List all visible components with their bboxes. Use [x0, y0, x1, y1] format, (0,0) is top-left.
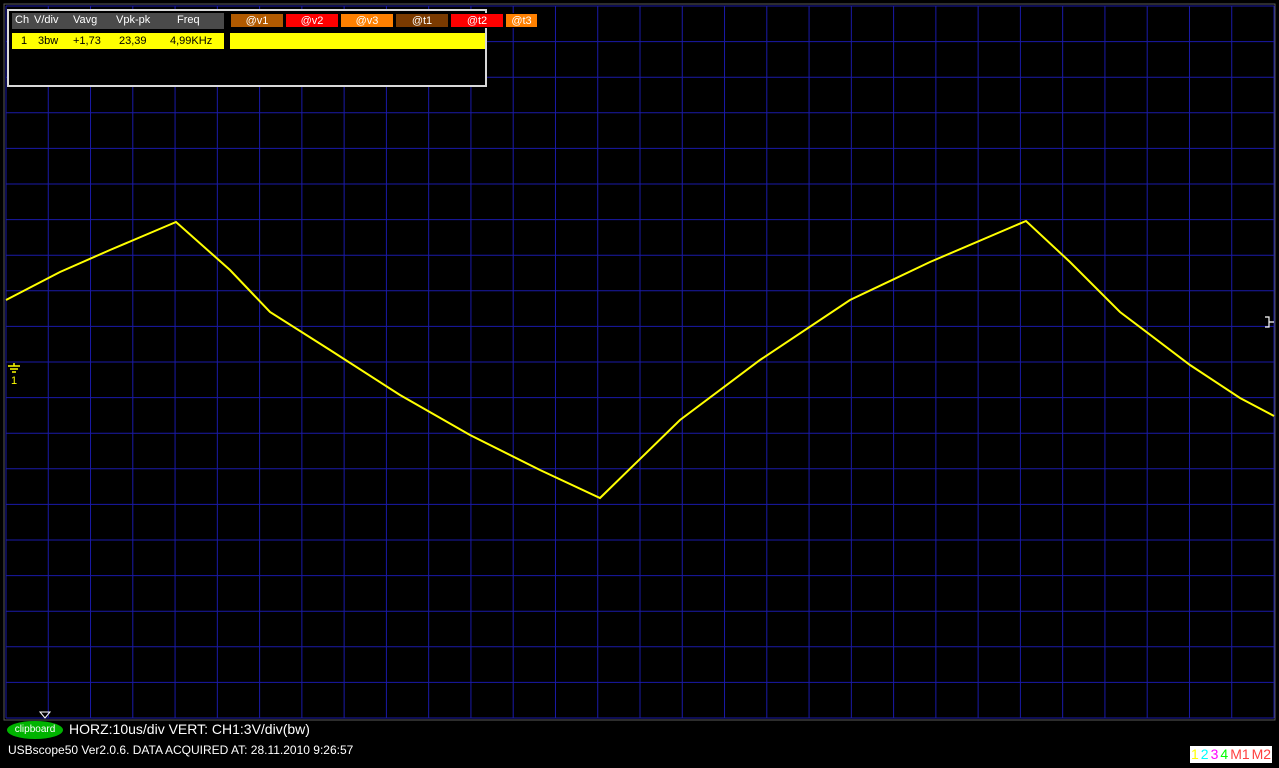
header-freq: Freq: [177, 14, 200, 26]
row-vpkpk: 23,39: [119, 35, 147, 47]
marker-button-v3[interactable]: @v3: [340, 13, 394, 28]
grid-lines: [5, 5, 1275, 719]
marker-button-t3[interactable]: @t3: [505, 13, 538, 28]
row-vavg: +1,73: [73, 35, 101, 47]
marker-button-t1[interactable]: @t1: [395, 13, 449, 28]
channel-button-3[interactable]: 3: [1209, 746, 1220, 763]
ground-level-icon[interactable]: 1: [6, 362, 22, 386]
channel-button-m2[interactable]: M2: [1250, 746, 1273, 763]
channel-button-4[interactable]: 4: [1219, 746, 1230, 763]
trigger-position-icon[interactable]: [39, 711, 51, 719]
scope-grid: [3, 3, 1276, 721]
marker-button-v1[interactable]: @v1: [230, 13, 284, 28]
clipboard-button[interactable]: clipboard: [7, 721, 63, 739]
scope-display[interactable]: [0, 0, 1279, 768]
header-vavg: Vavg: [73, 14, 98, 26]
header-vdiv: V/div: [34, 14, 59, 26]
channel-button-1[interactable]: 1: [1190, 746, 1200, 763]
panel-divider: [226, 13, 228, 49]
version-info: USBscope50 Ver2.0.6. DATA ACQUIRED AT: 2…: [8, 743, 354, 757]
trigger-level-icon[interactable]: [1263, 316, 1275, 328]
marker-button-v2[interactable]: @v2: [285, 13, 339, 28]
svg-text:1: 1: [11, 375, 17, 386]
channel-button-2[interactable]: 2: [1199, 746, 1210, 763]
channel-button-m1[interactable]: M1: [1229, 746, 1251, 763]
header-ch: Ch: [15, 14, 30, 26]
header-vpkpk: Vpk-pk: [116, 14, 151, 26]
timebase-status: HORZ:10us/div VERT: CH1:3V/div(bw): [69, 721, 310, 737]
row-freq: 4,99KHz: [170, 35, 213, 47]
row-vdiv: 3bw: [38, 35, 59, 47]
marker-button-t2[interactable]: @t2: [450, 13, 504, 28]
row-ch: 1: [21, 35, 28, 47]
measurement-panel: Ch V/div Vavg Vpk-pk Freq 1 3bw +1,73 23…: [7, 9, 538, 87]
channel-buttons: 1 2 3 4 M1 M2: [1190, 746, 1273, 763]
channel-1-row-extension: [230, 33, 485, 49]
